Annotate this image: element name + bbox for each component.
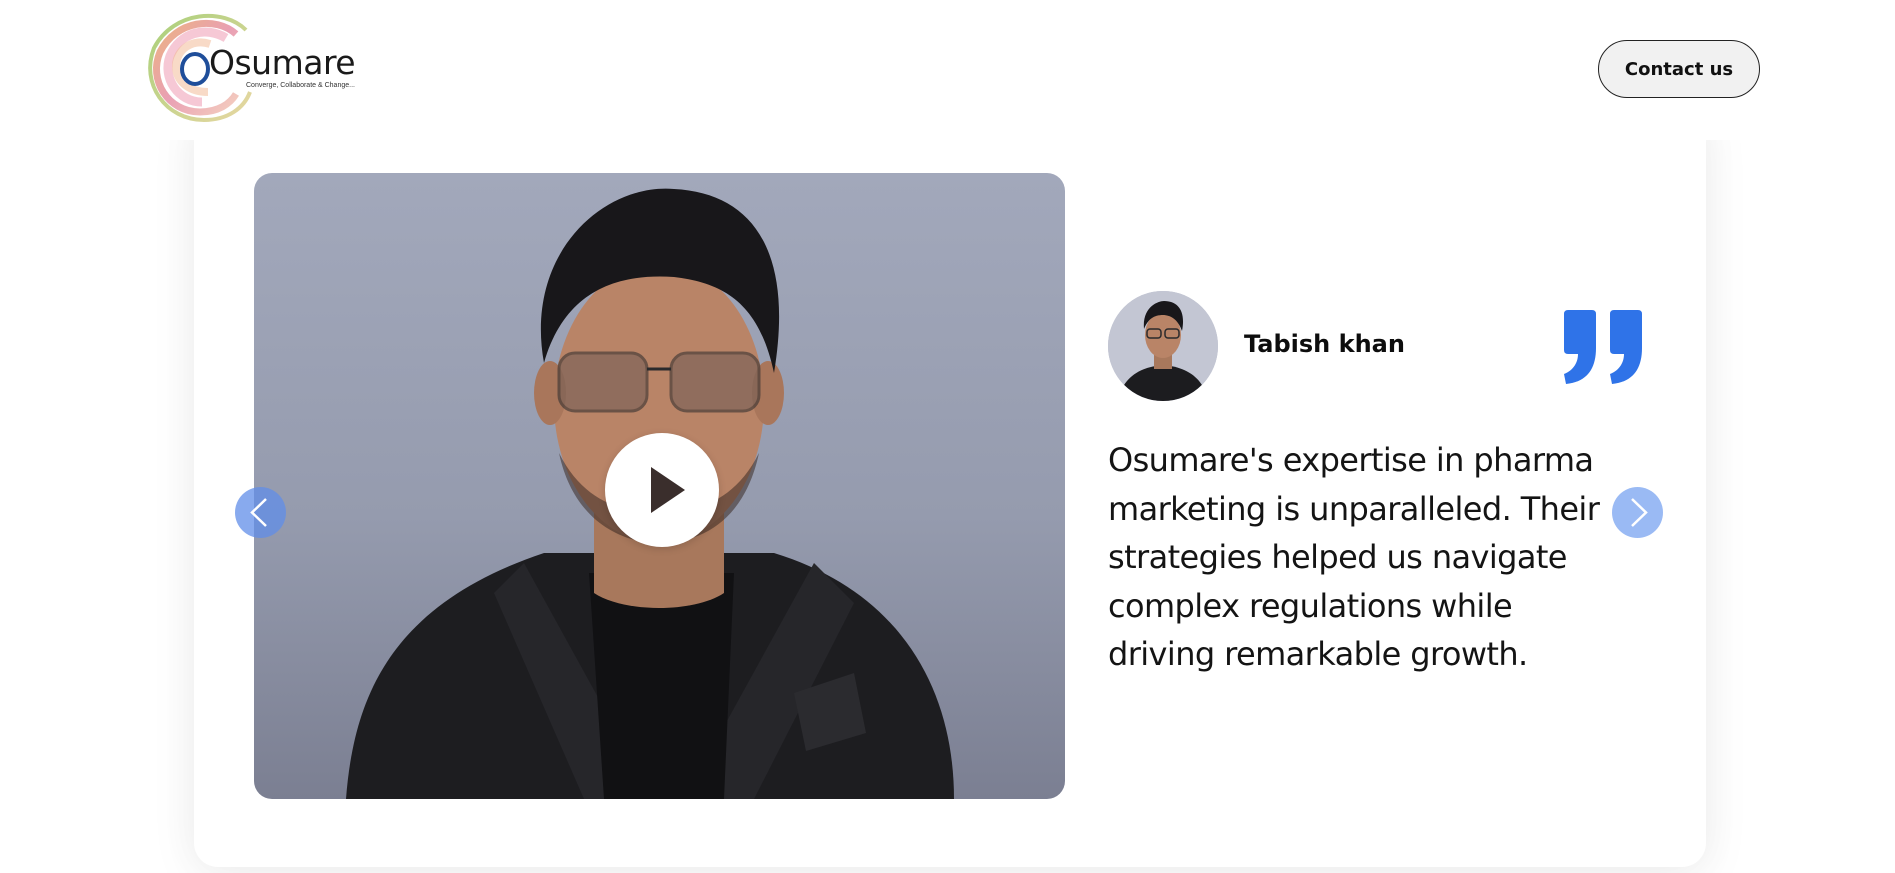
testimonial-author-name: Tabish khan [1244,330,1405,358]
avatar [1108,291,1218,401]
testimonial-video[interactable] [254,173,1065,799]
avatar-image [1108,291,1218,401]
previous-slide-button[interactable] [235,487,286,538]
site-header: Osumare Converge, Collaborate & Change..… [0,0,1895,140]
logo-tagline: Converge, Collaborate & Change... [246,82,355,89]
logo-word: Osumare [209,43,356,82]
contact-us-button[interactable]: Contact us [1598,40,1760,98]
osumare-logo[interactable]: Osumare Converge, Collaborate & Change..… [146,8,366,126]
play-button[interactable] [605,433,719,547]
play-icon [651,467,685,513]
chevron-left-icon [250,498,267,527]
testimonial-quote: Osumare's expertise in pharma marketing … [1108,441,1600,673]
quote-icon [1564,310,1642,384]
